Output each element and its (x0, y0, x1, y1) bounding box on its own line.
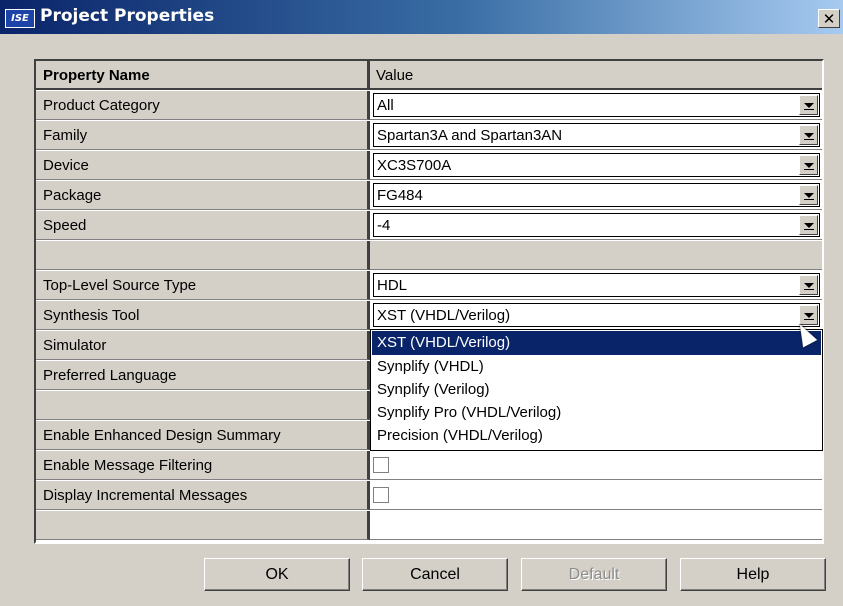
property-label: Top-Level Source Type (36, 271, 370, 300)
dropdown-arrow-icon[interactable] (799, 215, 818, 235)
property-grid: Property Name Value Product Category All… (34, 59, 824, 544)
help-button[interactable]: Help (680, 558, 826, 591)
row-display-incremental-messages: Display Incremental Messages (36, 481, 822, 511)
dropdown-option[interactable]: Synplify (Verilog) (372, 378, 821, 402)
property-label: Product Category (36, 91, 370, 120)
property-label: Family (36, 121, 370, 150)
row-enable-message-filtering: Enable Message Filtering (36, 451, 822, 481)
dropdown-arrow-icon[interactable] (799, 125, 818, 145)
property-label: Synthesis Tool (36, 301, 370, 330)
select-value: FG484 (377, 187, 423, 204)
display-incremental-messages-checkbox[interactable] (373, 487, 389, 503)
select-value: XST (VHDL/Verilog) (377, 307, 511, 324)
empty-value (370, 241, 822, 270)
property-label: Simulator (36, 331, 370, 360)
dropdown-option[interactable]: XST (VHDL/Verilog) (372, 331, 821, 355)
window-title: Project Properties (40, 6, 215, 26)
ise-app-icon: ISE (5, 9, 35, 28)
header-value: Value (370, 61, 822, 90)
row-package: Package FG484 (36, 181, 822, 211)
synthesis-tool-select[interactable]: XST (VHDL/Verilog) (373, 303, 820, 327)
property-label: Enable Enhanced Design Summary (36, 421, 370, 450)
dropdown-arrow-icon[interactable] (799, 275, 818, 295)
header-property-name: Property Name (36, 61, 370, 90)
dropdown-arrow-icon[interactable] (799, 185, 818, 205)
cancel-button[interactable]: Cancel (362, 558, 508, 591)
property-label (36, 511, 370, 540)
property-label: Display Incremental Messages (36, 481, 370, 510)
row-synthesis-tool: Synthesis Tool XST (VHDL/Verilog) (36, 301, 822, 331)
dropdown-option[interactable]: Precision (VHDL/Verilog) (372, 424, 821, 448)
default-button[interactable]: Default (521, 558, 667, 591)
row-spacer (36, 241, 822, 271)
dropdown-arrow-icon[interactable] (799, 95, 818, 115)
close-button[interactable]: ✕ (818, 9, 840, 28)
select-value: XC3S700A (377, 157, 452, 174)
device-select[interactable]: XC3S700A (373, 153, 820, 177)
property-label: Device (36, 151, 370, 180)
row-top-level-source-type: Top-Level Source Type HDL (36, 271, 822, 301)
dropdown-option[interactable]: Synplify Pro (VHDL/Verilog) (372, 401, 821, 425)
property-label: Speed (36, 211, 370, 240)
grid-header: Property Name Value (36, 61, 822, 91)
row-spacer (36, 511, 822, 541)
top-level-source-type-select[interactable]: HDL (373, 273, 820, 297)
ok-button[interactable]: OK (204, 558, 350, 591)
enable-message-filtering-checkbox[interactable] (373, 457, 389, 473)
select-value: All (377, 97, 394, 114)
property-label: Preferred Language (36, 361, 370, 390)
select-value: -4 (377, 217, 391, 234)
product-category-select[interactable]: All (373, 93, 820, 117)
dropdown-arrow-icon[interactable] (799, 155, 818, 175)
row-product-category: Product Category All (36, 91, 822, 121)
property-label (36, 241, 370, 270)
synthesis-tool-dropdown-list: XST (VHDL/Verilog) Synplify (VHDL) Synpl… (370, 329, 823, 451)
property-label: Package (36, 181, 370, 210)
package-select[interactable]: FG484 (373, 183, 820, 207)
row-device: Device XC3S700A (36, 151, 822, 181)
property-label: Enable Message Filtering (36, 451, 370, 480)
title-bar: ISE Project Properties ✕ (0, 0, 843, 34)
row-speed: Speed -4 (36, 211, 822, 241)
dropdown-option[interactable]: Synplify (VHDL) (372, 355, 821, 379)
empty-value (370, 511, 822, 540)
select-value: Spartan3A and Spartan3AN (377, 127, 563, 144)
row-family: Family Spartan3A and Spartan3AN (36, 121, 822, 151)
speed-select[interactable]: -4 (373, 213, 820, 237)
property-label (36, 391, 370, 420)
select-value: HDL (377, 277, 408, 294)
family-select[interactable]: Spartan3A and Spartan3AN (373, 123, 820, 147)
